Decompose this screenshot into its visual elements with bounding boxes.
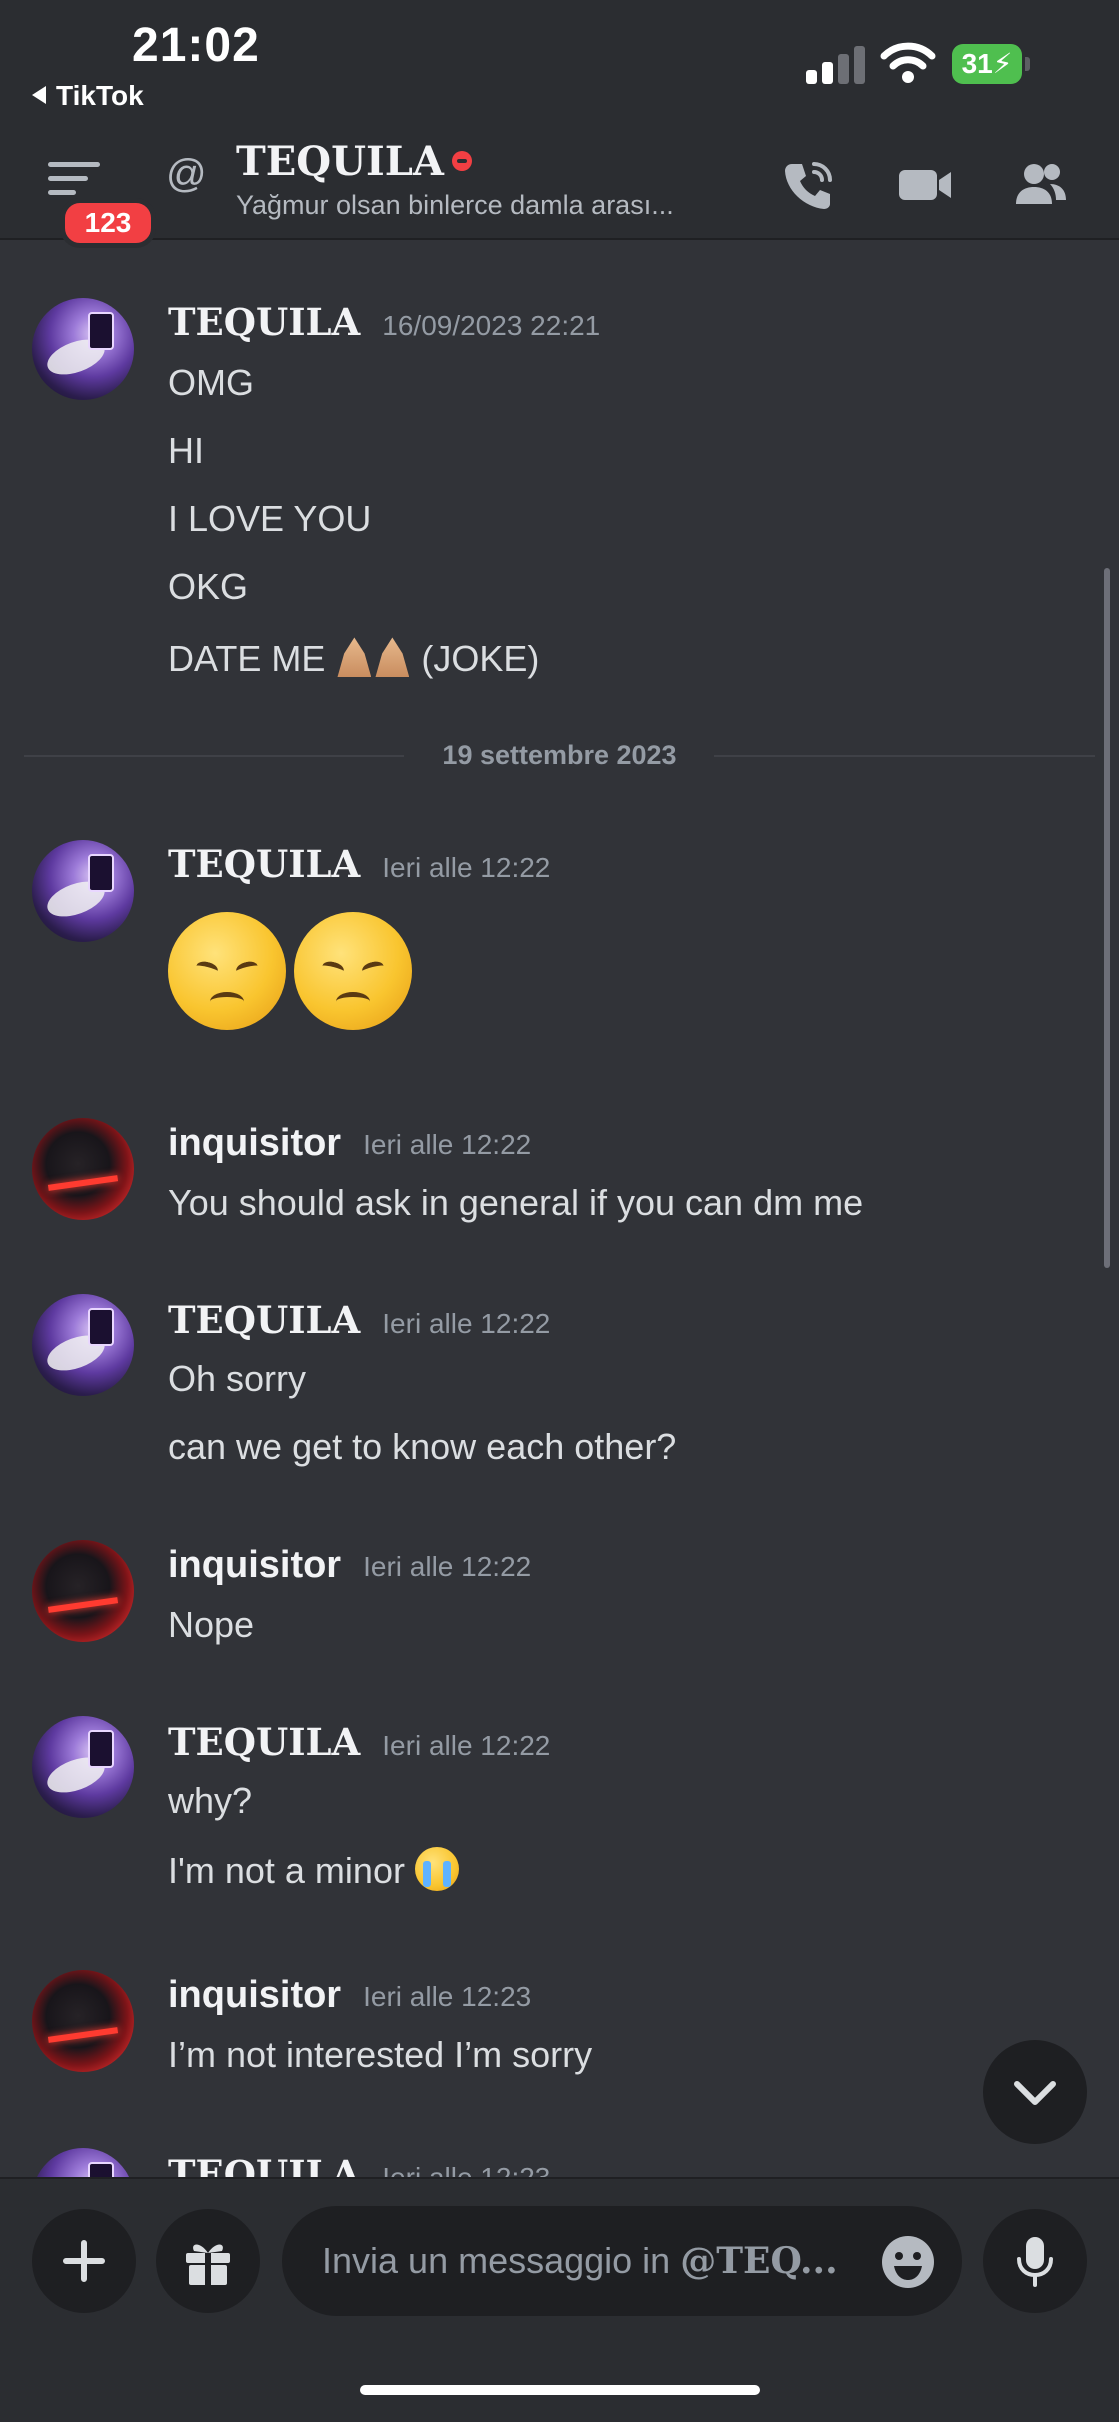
folded-hands-emoji	[337, 637, 372, 678]
gift-icon	[186, 2244, 230, 2285]
dm-title[interactable]: TEQUILA	[236, 138, 472, 185]
message-author[interactable]: inquisitor Ieri alle 12:23	[168, 1974, 531, 2017]
video-call-icon[interactable]	[895, 154, 955, 214]
message-line: why?	[168, 1780, 253, 1821]
avatar[interactable]	[32, 1118, 134, 1220]
message-timestamp: 16/09/2023 22:21	[382, 309, 601, 341]
message-list[interactable]: TEQUILA 16/09/2023 22:21 OMG HI I LOVE YO…	[0, 240, 1119, 2177]
dm-custom-status: Yağmur olsan binlerce damla arası...	[236, 190, 674, 220]
message-author[interactable]: inquisitor Ieri alle 12:22	[168, 1544, 531, 1587]
avatar[interactable]	[32, 1970, 134, 2072]
loudly-crying-face-emoji	[414, 1847, 459, 1892]
message-author[interactable]: TEQUILA Ieri alle 12:22	[168, 842, 550, 886]
back-to-app-link[interactable]: TikTok	[32, 80, 144, 112]
message-line: DATE ME (JOKE)	[168, 637, 540, 679]
message-line: Oh sorry	[168, 1358, 307, 1399]
message-line: can we get to know each other?	[168, 1426, 677, 1467]
message-author[interactable]: TEQUILA Ieri alle 12:23	[168, 2152, 550, 2177]
plus-icon	[63, 2240, 105, 2282]
avatar[interactable]	[32, 1716, 134, 1818]
do-not-disturb-icon	[451, 151, 472, 171]
message-line: I’m not interested I’m sorry	[168, 2034, 593, 2075]
status-time: 21:02	[132, 19, 260, 72]
scrollbar[interactable]	[1104, 568, 1110, 1268]
avatar[interactable]	[32, 2148, 134, 2177]
chevron-down-icon	[1014, 2081, 1056, 2105]
at-icon: @	[166, 152, 207, 196]
message-input-placeholder: Invia un messaggio in @TEQ...	[322, 2240, 838, 2282]
cellular-signal-icon	[806, 44, 868, 84]
home-indicator[interactable]	[360, 2385, 760, 2395]
avatar[interactable]	[32, 1294, 134, 1396]
message-line: I LOVE YOU	[168, 498, 372, 539]
dm-title-text: TEQUILA	[236, 138, 444, 185]
message-line: OKG	[168, 566, 249, 607]
message-timestamp: Ieri alle 12:23	[363, 1980, 532, 2012]
status-bar: 21:02 TikTok 31⚡	[0, 0, 1119, 130]
message-author[interactable]: inquisitor Ieri alle 12:22	[168, 1122, 531, 1165]
date-divider: 19 settembre 2023	[24, 740, 1095, 770]
message-line: HI	[168, 430, 204, 471]
avatar[interactable]	[32, 298, 134, 400]
back-app-label: TikTok	[56, 80, 144, 111]
message-timestamp: Ieri alle 12:23	[382, 2161, 551, 2178]
avatar[interactable]	[32, 840, 134, 942]
message-timestamp: Ieri alle 12:22	[382, 1307, 551, 1339]
message-author[interactable]: TEQUILA 16/09/2023 22:21	[168, 300, 600, 344]
disappointed-face-emoji	[168, 912, 286, 1030]
message-author[interactable]: TEQUILA Ieri alle 12:22	[168, 1298, 550, 1342]
menu-button[interactable]: 123	[40, 156, 156, 248]
message-author[interactable]: TEQUILA Ieri alle 12:22	[168, 1720, 550, 1764]
message-line: You should ask in general if you can dm …	[168, 1182, 864, 1223]
folded-hands-emoji	[375, 637, 410, 678]
menu-icon	[48, 162, 100, 202]
date-divider-label: 19 settembre 2023	[442, 740, 677, 770]
message-timestamp: Ieri alle 12:22	[382, 1729, 551, 1761]
message-line: OMG	[168, 362, 254, 403]
emoji-icon[interactable]	[880, 2234, 936, 2290]
message-emoji-line	[168, 912, 420, 1039]
message-line: Nope	[168, 1604, 255, 1645]
jump-to-bottom-button[interactable]	[983, 2040, 1087, 2144]
battery-level: 31	[961, 48, 993, 79]
microphone-icon	[1017, 2237, 1053, 2287]
members-icon[interactable]	[1010, 154, 1070, 214]
disappointed-face-emoji	[294, 912, 412, 1030]
message-timestamp: Ieri alle 12:22	[363, 1128, 532, 1160]
gift-button[interactable]	[156, 2209, 260, 2313]
voice-call-icon[interactable]	[778, 154, 838, 214]
battery-icon: 31⚡	[952, 44, 1032, 84]
dm-header: 123 @ TEQUILA Yağmur olsan binlerce daml…	[0, 130, 1119, 248]
wifi-icon	[880, 42, 936, 83]
back-arrow-icon	[32, 85, 46, 104]
message-timestamp: Ieri alle 12:22	[363, 1550, 532, 1582]
voice-message-button[interactable]	[983, 2209, 1087, 2313]
avatar[interactable]	[32, 1540, 134, 1642]
message-input[interactable]: Invia un messaggio in @TEQ...	[282, 2206, 962, 2316]
message-line: I'm not a minor	[168, 1847, 459, 1895]
message-timestamp: Ieri alle 12:22	[382, 851, 551, 883]
add-attachment-button[interactable]	[32, 2209, 136, 2313]
